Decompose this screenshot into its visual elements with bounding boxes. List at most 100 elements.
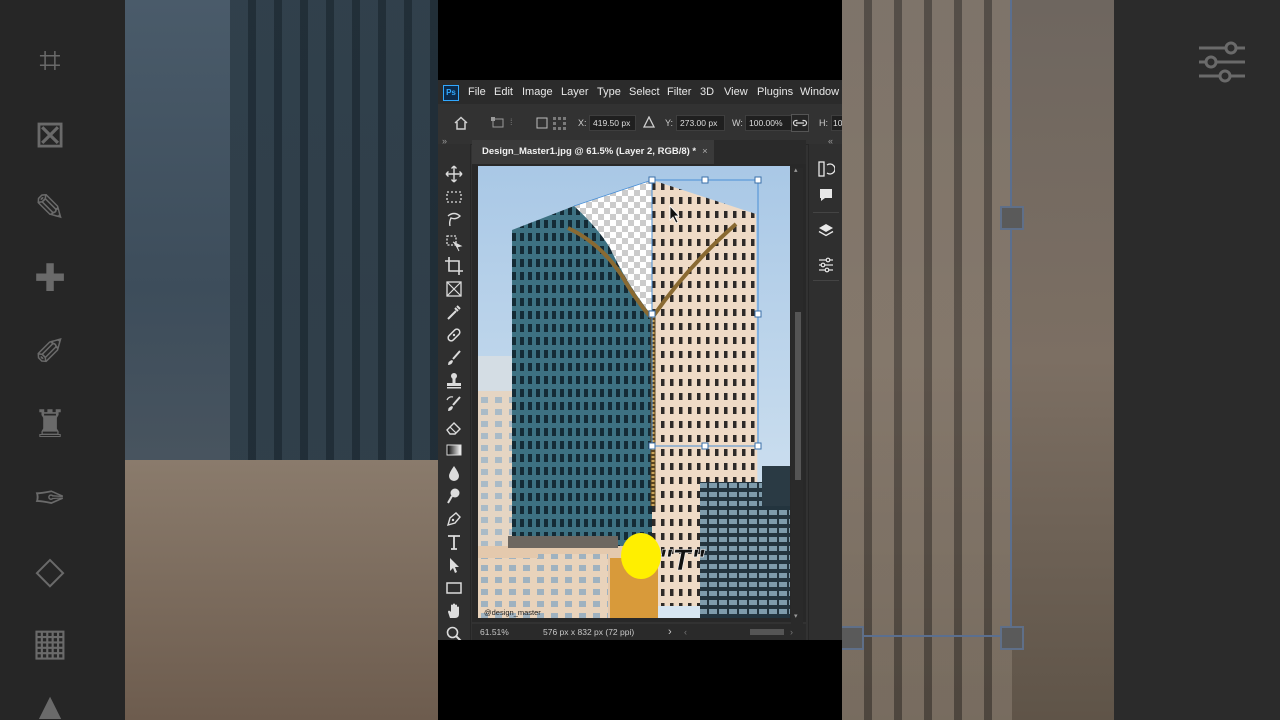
healing-icon[interactable] <box>444 325 464 345</box>
comments-icon[interactable] <box>817 186 835 204</box>
document-tab-bar: Design_Master1.jpg @ 61.5% (Layer 2, RGB… <box>472 140 806 164</box>
menu-edit[interactable]: Edit <box>494 80 513 104</box>
menu-filter[interactable]: Filter <box>667 80 691 104</box>
eraser-icon[interactable] <box>444 417 464 437</box>
marquee-icon[interactable] <box>444 187 464 207</box>
menu-3d[interactable]: 3D <box>700 80 714 104</box>
stamp-icon[interactable] <box>444 371 464 391</box>
path-select-icon[interactable] <box>444 555 464 575</box>
h-label: H: <box>819 118 828 128</box>
transform-handle[interactable] <box>648 442 656 450</box>
menu-file[interactable]: File <box>468 80 486 104</box>
adjustments-icon <box>1199 41 1245 83</box>
layers-icon[interactable] <box>817 222 835 240</box>
eyedropper-icon: ✎ <box>34 188 66 230</box>
scroll-right-icon[interactable]: › <box>790 624 793 640</box>
x-position-field[interactable]: 419.50 px <box>589 115 636 131</box>
history-icon[interactable] <box>817 160 835 178</box>
reference-point-checkbox[interactable] <box>536 117 548 129</box>
transform-mode-icon[interactable] <box>490 116 506 130</box>
menu-view[interactable]: View <box>724 80 748 104</box>
document-info[interactable]: 576 px x 832 px (72 ppi) <box>543 624 634 640</box>
menu-layer[interactable]: Layer <box>561 80 589 104</box>
document-canvas[interactable]: "T" @design_master <box>478 166 790 618</box>
frame-icon: ⊠ <box>34 114 66 156</box>
options-bar: ⁞ X: 419.50 px Y: 273.00 px W: 100.00% H… <box>438 104 842 145</box>
background-windows <box>842 0 1012 720</box>
transform-handle[interactable] <box>648 310 656 318</box>
width-field[interactable]: 100.00% <box>745 115 793 131</box>
link-icon[interactable] <box>791 114 809 132</box>
brush-icon[interactable] <box>444 348 464 368</box>
object-select-icon[interactable] <box>444 233 464 253</box>
document-tab[interactable]: Design_Master1.jpg @ 61.5% (Layer 2, RGB… <box>472 140 714 164</box>
move-icon[interactable] <box>444 164 464 184</box>
status-bar: 61.51% 576 px x 832 px (72 ppi) › ‹ › <box>472 624 806 640</box>
menu-image[interactable]: Image <box>522 80 553 104</box>
transform-handle <box>1000 626 1024 650</box>
lasso-icon[interactable] <box>444 210 464 230</box>
dodge-icon[interactable] <box>444 486 464 506</box>
toolbox <box>438 144 471 640</box>
y-label: Y: <box>665 118 674 128</box>
panel-divider <box>813 280 839 281</box>
low-building-windows <box>538 554 608 618</box>
panel-divider <box>813 212 839 213</box>
transform-handle <box>1000 206 1024 230</box>
eyedropper-icon[interactable] <box>444 302 464 322</box>
height-field[interactable]: 10 <box>831 115 842 131</box>
reference-point-grid-icon[interactable] <box>552 116 568 130</box>
click-highlight <box>621 533 661 579</box>
transform-handle <box>842 626 864 650</box>
bounding-box-line <box>1010 0 1012 640</box>
crop-icon[interactable] <box>444 256 464 276</box>
transform-handle[interactable] <box>648 176 656 184</box>
healing-icon: ✚ <box>34 258 66 300</box>
transform-handle[interactable] <box>701 176 709 184</box>
background-low-buildings <box>125 460 438 720</box>
gradient-icon: ▦ <box>32 622 68 664</box>
delta-icon[interactable] <box>643 116 655 128</box>
watermark: @design_master <box>484 608 541 617</box>
horizontal-scroll-thumb[interactable] <box>750 629 784 635</box>
bounding-box-line <box>842 635 1012 637</box>
menu-plugins[interactable]: Plugins <box>757 80 793 104</box>
scroll-up-icon[interactable]: ▴ <box>794 166 798 174</box>
y-position-field[interactable]: 273.00 px <box>676 115 725 131</box>
gradient-icon[interactable] <box>444 440 464 460</box>
transform-handle[interactable] <box>701 442 709 450</box>
home-icon[interactable] <box>454 116 468 130</box>
close-icon[interactable]: × <box>702 146 708 157</box>
history-brush-icon[interactable] <box>444 394 464 414</box>
transform-handle[interactable] <box>754 176 762 184</box>
menu-bar: Ps File Edit Image Layer Type Select Fil… <box>438 80 842 104</box>
background-building-left <box>478 391 514 561</box>
frame-icon[interactable] <box>444 279 464 299</box>
glass-building-top <box>762 466 790 506</box>
crop-icon: ⌗ <box>39 40 61 82</box>
menu-window[interactable]: Window <box>800 80 839 104</box>
rooftop <box>508 536 618 548</box>
transform-handle[interactable] <box>754 310 762 318</box>
transform-handle[interactable] <box>754 442 762 450</box>
menu-type[interactable]: Type <box>597 80 621 104</box>
status-menu-arrow[interactable]: › <box>668 624 672 640</box>
scroll-left-icon[interactable]: ‹ <box>684 624 687 640</box>
zoom-icon[interactable] <box>444 624 464 640</box>
w-label: W: <box>732 118 743 128</box>
menu-select[interactable]: Select <box>629 80 660 104</box>
x-label: X: <box>578 118 587 128</box>
vertical-scroll-thumb[interactable] <box>795 312 801 480</box>
canvas-image[interactable]: "T" @design_master <box>478 166 790 618</box>
photoshop-logo: Ps <box>443 85 459 101</box>
zoom-level[interactable]: 61.51% <box>480 624 509 640</box>
scroll-down-icon[interactable]: ▾ <box>794 612 798 620</box>
rectangle-icon[interactable] <box>444 578 464 598</box>
type-icon[interactable] <box>444 532 464 552</box>
hand-icon[interactable] <box>444 601 464 621</box>
pen-icon[interactable] <box>444 509 464 529</box>
blur-icon[interactable] <box>444 463 464 483</box>
adjustments-icon[interactable] <box>817 256 835 274</box>
document-title: Design_Master1.jpg @ 61.5% (Layer 2, RGB… <box>482 146 697 157</box>
blurred-background-right <box>842 0 1280 720</box>
